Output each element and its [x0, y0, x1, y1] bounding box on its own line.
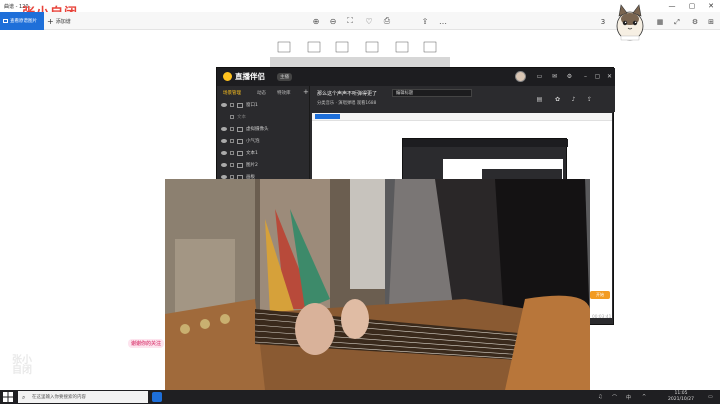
- lock-icon[interactable]: [230, 139, 234, 143]
- layer-label: 窗口1: [246, 103, 258, 108]
- camera-icon: [237, 126, 243, 132]
- share-icon[interactable]: ⇪: [418, 14, 432, 28]
- lock-icon[interactable]: [230, 115, 234, 119]
- tab-scene[interactable]: 场景管理: [223, 90, 241, 96]
- eye-icon[interactable]: [221, 127, 227, 131]
- sw-maximize-icon[interactable]: ▢: [593, 72, 602, 81]
- sheet-music: [270, 41, 450, 67]
- room-title-input[interactable]: 编辑标题: [392, 89, 472, 97]
- lock-icon[interactable]: [230, 127, 234, 131]
- camera-feed: [165, 179, 590, 390]
- maximize-button[interactable]: ▢: [682, 0, 702, 12]
- window-icon: [237, 102, 243, 108]
- layer-item[interactable]: 文本1: [221, 148, 307, 158]
- streamer-avatar[interactable]: [515, 71, 526, 82]
- gift-icon[interactable]: ✿: [553, 95, 562, 104]
- view-original-label: 查看原谱图片: [10, 19, 37, 24]
- sw-minimize-icon[interactable]: –: [581, 72, 590, 81]
- notification-icon[interactable]: ▭: [708, 394, 713, 400]
- lock-icon[interactable]: [230, 163, 234, 167]
- heart-icon[interactable]: ♡: [362, 14, 376, 28]
- layout-icon[interactable]: ▤: [535, 95, 544, 104]
- preview-toolbar: [312, 113, 612, 121]
- pin-icon[interactable]: ⊞: [706, 17, 716, 27]
- eye-icon[interactable]: [221, 151, 227, 155]
- settings-icon[interactable]: ⚙: [565, 72, 574, 81]
- pink-sticker: 谢谢你的关注: [128, 339, 165, 348]
- streamer-logo-icon: [223, 72, 232, 81]
- search-icon: ⌕: [22, 394, 26, 401]
- tab-dynamic[interactable]: 动态: [257, 90, 266, 96]
- recording-time: 00:03:41: [592, 315, 612, 320]
- tab-effects[interactable]: 特效库: [277, 90, 291, 96]
- eye-icon[interactable]: [221, 103, 227, 107]
- image-icon: [237, 162, 243, 168]
- layer-item[interactable]: 图片2: [221, 160, 307, 170]
- network-icon[interactable]: ⌒: [612, 394, 617, 401]
- app-icon[interactable]: [152, 392, 162, 402]
- tray-arrow-icon[interactable]: ^: [642, 394, 646, 400]
- faint-logo: 张小 自闭: [12, 355, 32, 376]
- speaker-icon[interactable]: ♫: [598, 394, 602, 400]
- text-icon: [237, 150, 243, 156]
- layer-item[interactable]: 虚拟摄像头: [221, 124, 307, 134]
- bubble-icon: [237, 138, 243, 144]
- layer-label: 小气泡: [246, 139, 260, 144]
- sw-close-icon[interactable]: ✕: [605, 72, 614, 81]
- eye-icon[interactable]: [221, 139, 227, 143]
- layer-item[interactable]: 窗口1: [221, 100, 307, 110]
- streamer-app-name: 直播伴侣: [235, 72, 265, 81]
- gear-icon[interactable]: ⚙: [690, 17, 700, 27]
- nested-inner-window: [482, 169, 562, 179]
- layer-label: 虚拟摄像头: [246, 127, 269, 132]
- add-scene-icon[interactable]: +: [303, 88, 309, 96]
- plus-icon: +: [47, 16, 54, 26]
- message-icon[interactable]: ✉: [550, 72, 559, 81]
- share-icon[interactable]: ⇪: [585, 95, 594, 104]
- image-icon: [3, 19, 8, 23]
- room-category: 分类音乐 · 演唱弹唱 观看1688: [317, 101, 377, 106]
- clock-date: 2021/10/27: [668, 397, 694, 402]
- streamer-logo: 直播伴侣: [223, 71, 265, 82]
- layer-item[interactable]: 小气泡: [221, 136, 307, 146]
- more-icon[interactable]: …: [436, 14, 450, 28]
- eye-icon[interactable]: [221, 163, 227, 167]
- lock-icon[interactable]: [230, 103, 234, 107]
- layer-label: 图片2: [246, 163, 258, 168]
- layer-item[interactable]: 文本: [221, 112, 307, 122]
- fit-screen-icon[interactable]: ⛶: [343, 14, 357, 28]
- zoom-in-icon[interactable]: ⊕: [309, 14, 323, 28]
- lock-icon[interactable]: [230, 151, 234, 155]
- close-button[interactable]: ✕: [701, 0, 720, 12]
- monitor-icon[interactable]: ▭: [535, 72, 544, 81]
- layer-label: 文本: [237, 115, 246, 120]
- room-title[interactable]: 那么这个声声不听弹得更了: [317, 90, 377, 97]
- user-count-icon[interactable]: 3: [598, 17, 608, 27]
- streamer-role-tag: 主播: [277, 73, 292, 81]
- expand-icon[interactable]: ⤢: [672, 17, 682, 27]
- start-live-button[interactable]: 开始: [590, 291, 610, 299]
- cat-avatar: [616, 4, 644, 41]
- add-score-button[interactable]: + 添加谱: [47, 14, 71, 28]
- minimize-button[interactable]: —: [662, 0, 682, 12]
- view-original-button[interactable]: 查看原谱图片: [0, 12, 44, 30]
- layer-label: 文本1: [246, 151, 258, 156]
- print-icon[interactable]: ⎙: [380, 14, 394, 28]
- bell-icon[interactable]: ♪: [569, 95, 578, 104]
- taskbar-clock[interactable]: 11:05 2021/10/27: [668, 391, 694, 403]
- taskbar-search-input[interactable]: 在这里输入你要搜索的内容: [18, 391, 148, 403]
- ime-indicator[interactable]: 中: [626, 394, 631, 401]
- add-score-label: 添加谱: [55, 18, 71, 25]
- zoom-out-icon[interactable]: ⊖: [326, 14, 340, 28]
- windows-start-icon[interactable]: [3, 392, 13, 402]
- preview-button: [315, 114, 340, 119]
- grid-icon[interactable]: ▦: [655, 17, 665, 27]
- nested-titlebar: [403, 139, 568, 147]
